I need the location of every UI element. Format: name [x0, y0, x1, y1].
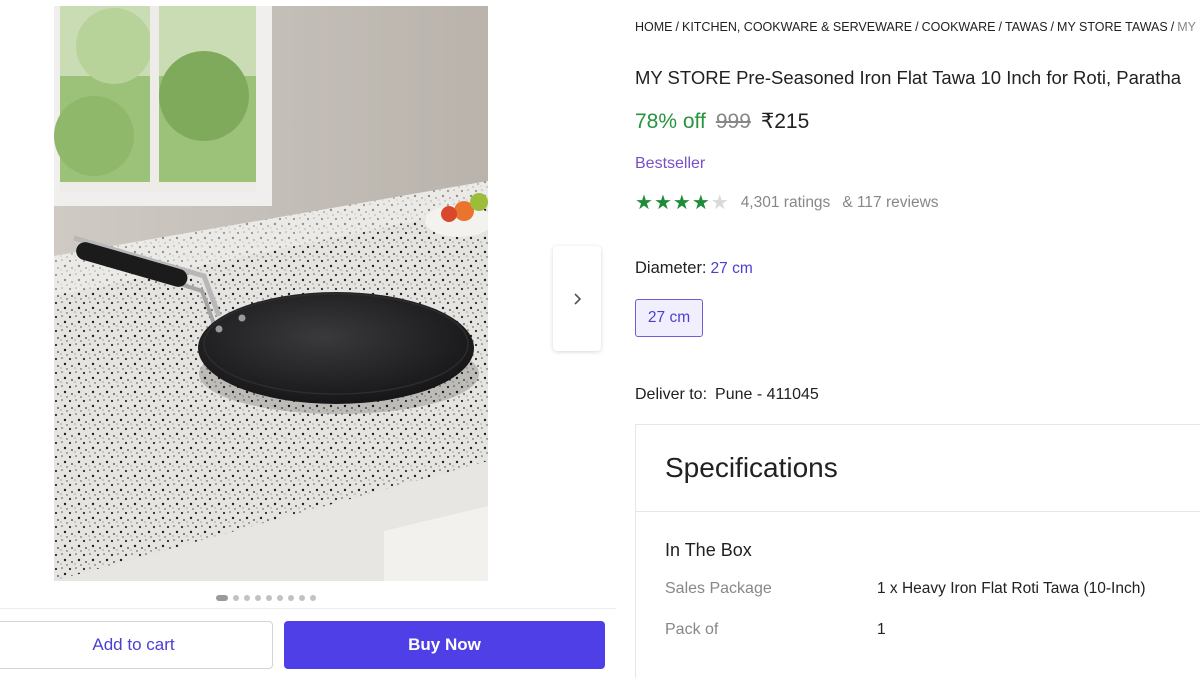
- price-row: 78% off 999 ₹215: [635, 109, 809, 134]
- rating-row: ★ ★ ★ ★ ★ 4,301 ratings & 117 reviews: [635, 193, 939, 213]
- specifications-card: Specifications In The Box Sales Package …: [635, 424, 1200, 678]
- breadcrumb-current: MY STOR: [1177, 20, 1200, 34]
- pagination-dot-active[interactable]: [216, 595, 228, 601]
- star-icon: ★: [691, 192, 710, 214]
- selling-price: ₹215: [760, 110, 810, 133]
- spec-key: Sales Package: [665, 580, 772, 597]
- diameter-option-27cm[interactable]: 27 cm: [635, 299, 703, 337]
- pagination-dot[interactable]: [255, 595, 261, 601]
- star-icon: ★: [635, 192, 653, 214]
- spec-group-title: In The Box: [665, 540, 752, 560]
- breadcrumb-kitchen[interactable]: KITCHEN, COOKWARE & SERVEWARE: [682, 20, 912, 34]
- diameter-label: Diameter:: [635, 259, 707, 277]
- ratings-count[interactable]: 4,301 ratings: [741, 194, 831, 212]
- tawa-product-photo: [54, 6, 488, 581]
- add-to-cart-button[interactable]: Add to cart: [0, 621, 273, 669]
- breadcrumb-cookware[interactable]: COOKWARE: [922, 20, 996, 34]
- spec-value: 1: [877, 621, 886, 638]
- bestseller-tag: Bestseller: [635, 155, 706, 172]
- breadcrumb-tawas[interactable]: TAWAS: [1005, 20, 1048, 34]
- reviews-count[interactable]: & 117 reviews: [842, 194, 938, 212]
- star-icon: ★: [653, 192, 672, 214]
- pagination-dot[interactable]: [288, 595, 294, 601]
- divider: [636, 511, 1200, 512]
- chevron-right-icon: [574, 292, 582, 305]
- pagination-dot[interactable]: [277, 595, 283, 601]
- pagination-dot[interactable]: [266, 595, 272, 601]
- breadcrumb-my-store-tawas[interactable]: MY STORE TAWAS: [1057, 20, 1168, 34]
- star-icon: ★: [672, 192, 691, 214]
- product-details: HOME / KITCHEN, COOKWARE & SERVEWARE / COOKW…: [635, 0, 1200, 678]
- discount-badge: 78% off: [635, 110, 706, 133]
- breadcrumb-home[interactable]: HOME: [635, 20, 673, 34]
- image-pagination-dots: [216, 595, 316, 601]
- pagination-dot[interactable]: [310, 595, 316, 601]
- product-gallery: Add to cart Buy Now: [0, 0, 616, 678]
- action-bar: Add to cart Buy Now: [0, 608, 616, 678]
- diameter-label-row: Diameter: 27 cm: [635, 259, 753, 278]
- breadcrumb-separator: /: [998, 20, 1002, 34]
- spec-row-sales-package: Sales Package 1 x Heavy Iron Flat Roti T…: [665, 580, 1146, 598]
- product-image[interactable]: [54, 6, 488, 581]
- next-image-button[interactable]: [553, 246, 601, 351]
- deliver-to-label: Deliver to:: [635, 386, 708, 403]
- breadcrumb-separator: /: [1170, 20, 1175, 34]
- pagination-dot[interactable]: [244, 595, 250, 601]
- pagination-dot[interactable]: [299, 595, 305, 601]
- breadcrumb-separator: /: [915, 20, 919, 34]
- diameter-selected-value: 27 cm: [710, 260, 753, 277]
- spec-key: Pack of: [665, 621, 719, 638]
- star-rating: ★ ★ ★ ★ ★: [635, 193, 729, 213]
- breadcrumb-separator: /: [675, 20, 679, 34]
- product-title: MY STORE Pre-Seasoned Iron Flat Tawa 10 …: [635, 67, 1182, 88]
- pagination-dot[interactable]: [233, 595, 239, 601]
- breadcrumb: HOME / KITCHEN, COOKWARE & SERVEWARE / COOKW…: [635, 20, 1200, 34]
- breadcrumb-separator: /: [1050, 20, 1055, 34]
- delivery-row: Deliver to: Pune - 411045: [635, 386, 819, 404]
- buy-now-button[interactable]: Buy Now: [284, 621, 605, 669]
- star-empty-icon: ★: [710, 192, 729, 214]
- original-price: 999: [715, 110, 751, 133]
- specifications-title: Specifications: [665, 452, 838, 483]
- spec-row-pack-of: Pack of 1: [665, 621, 886, 639]
- spec-value: 1 x Heavy Iron Flat Roti Tawa (10-Inch): [877, 580, 1146, 597]
- delivery-location[interactable]: Pune - 411045: [715, 386, 819, 403]
